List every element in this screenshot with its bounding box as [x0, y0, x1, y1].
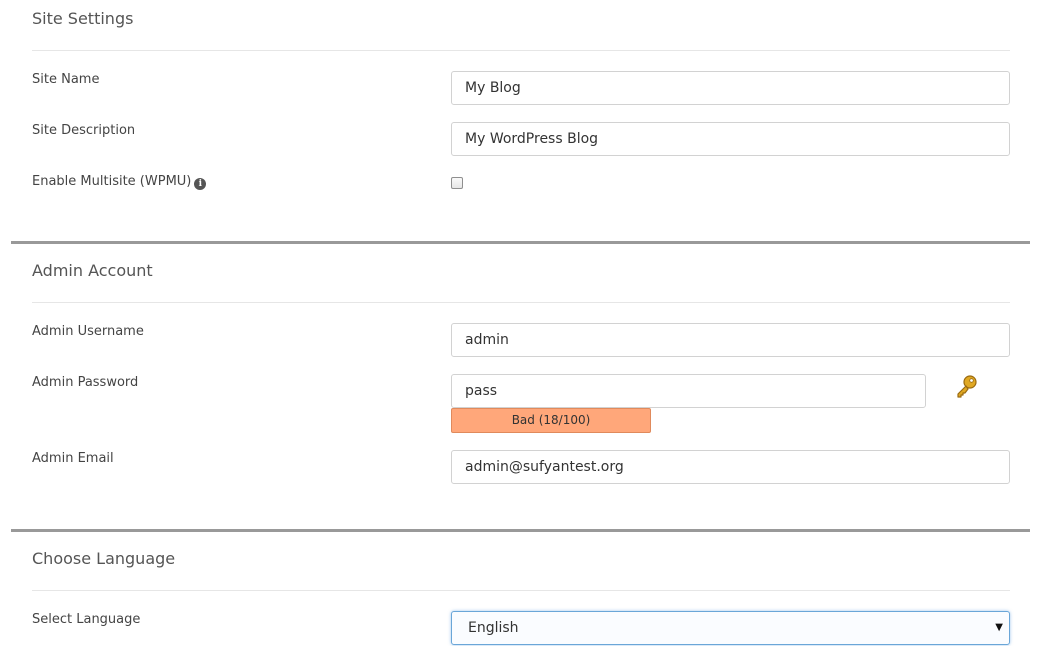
- multisite-checkbox[interactable]: [451, 177, 463, 189]
- site-settings-title: Site Settings: [32, 9, 134, 28]
- multisite-label: Enable Multisite (WPMU) i: [32, 174, 207, 190]
- password-strength-meter: Bad (18/100): [451, 408, 651, 433]
- admin-email-input[interactable]: admin@sufyantest.org: [451, 450, 1010, 484]
- site-name-input[interactable]: My Blog: [451, 71, 1010, 105]
- admin-username-input[interactable]: admin: [451, 323, 1010, 357]
- divider: [32, 50, 1010, 51]
- divider: [32, 590, 1010, 591]
- language-select-value: English: [468, 620, 519, 636]
- site-name-label: Site Name: [32, 72, 100, 87]
- language-select[interactable]: English ▼: [451, 611, 1010, 645]
- key-icon: [957, 375, 977, 398]
- section-separator: [11, 529, 1030, 532]
- admin-username-label: Admin Username: [32, 324, 144, 339]
- admin-password-label: Admin Password: [32, 375, 139, 390]
- select-language-label: Select Language: [32, 612, 141, 627]
- admin-password-input[interactable]: pass: [451, 374, 926, 408]
- section-separator: [11, 241, 1030, 244]
- multisite-label-text: Enable Multisite (WPMU): [32, 174, 192, 189]
- admin-account-title: Admin Account: [32, 261, 153, 280]
- divider: [32, 302, 1010, 303]
- chevron-down-icon: ▼: [995, 622, 1003, 633]
- generate-password-button[interactable]: [955, 374, 979, 400]
- choose-language-title: Choose Language: [32, 549, 176, 568]
- info-icon[interactable]: i: [194, 178, 207, 190]
- admin-email-label: Admin Email: [32, 451, 114, 466]
- site-description-label: Site Description: [32, 123, 136, 138]
- site-description-input[interactable]: My WordPress Blog: [451, 122, 1010, 156]
